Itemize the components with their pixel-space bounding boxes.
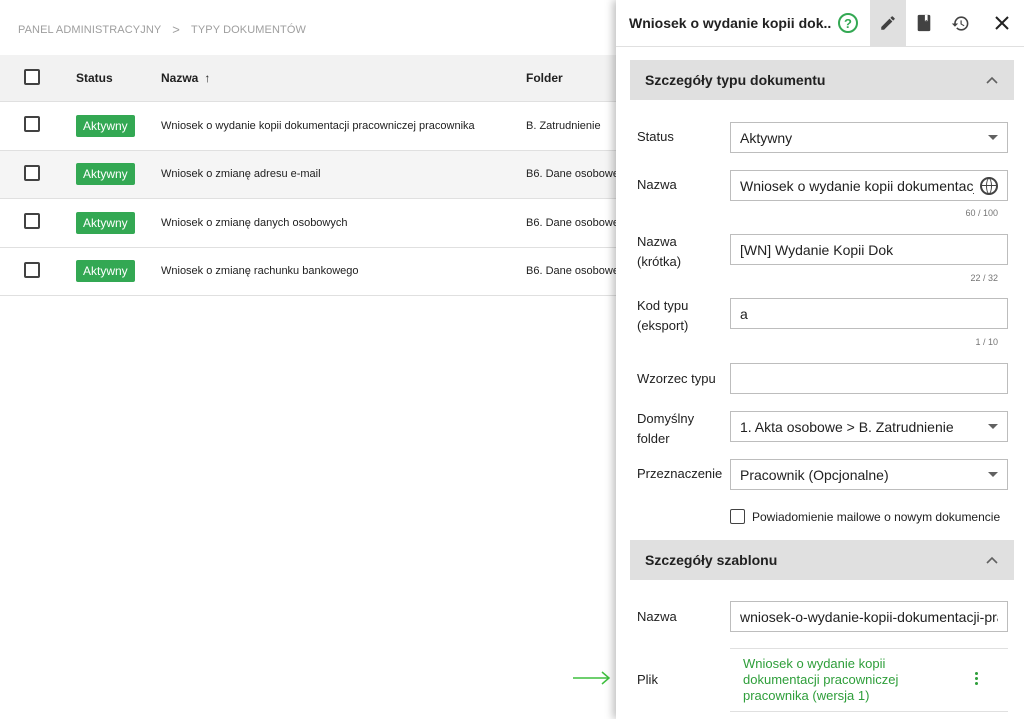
- edit-button[interactable]: [870, 0, 906, 47]
- header-name[interactable]: Nazwa ↑: [161, 71, 526, 85]
- short-name-value: [WN] Wydanie Kopii Dok: [740, 241, 894, 258]
- details-panel: Wniosek o wydanie kopii dok... ? Szczegó…: [616, 0, 1024, 719]
- page: PANEL ADMINISTRACYJNY > TYPY DOKUMENTÓW …: [0, 0, 1024, 719]
- panel-header: Wniosek o wydanie kopii dok... ?: [616, 0, 1024, 47]
- row-checkbox[interactable]: [24, 116, 40, 133]
- short-name-counter: 22 / 32: [970, 273, 998, 283]
- document-icon: [917, 14, 931, 32]
- status-value: Aktywny: [740, 129, 793, 146]
- row-checkbox[interactable]: [24, 261, 40, 278]
- row-name: Wniosek o wydanie kopii dokumentacji pra…: [161, 119, 475, 132]
- row-name: Wniosek o zmianę adresu e-mail: [161, 168, 321, 181]
- select-all-checkbox[interactable]: [24, 68, 40, 85]
- document-types-table: Status Nazwa ↑ Folder Aktywny Wniosek o w…: [0, 55, 620, 296]
- history-button[interactable]: [942, 0, 978, 47]
- document-button[interactable]: [906, 0, 942, 47]
- header-folder[interactable]: Folder: [526, 71, 620, 85]
- code-label: Kod typu (eksport): [637, 298, 689, 333]
- pattern-input[interactable]: [730, 363, 1008, 394]
- section-document-type-details[interactable]: Szczegóły typu dokumentu: [630, 60, 1014, 100]
- row-checkbox[interactable]: [24, 164, 40, 181]
- row-name: Wniosek o zmianę danych osobowych: [161, 216, 348, 229]
- globe-icon[interactable]: [980, 176, 998, 195]
- close-button[interactable]: [984, 0, 1020, 47]
- row-folder: B6. Dane osobowe: [526, 265, 619, 278]
- email-notification-checkbox[interactable]: [730, 509, 745, 524]
- table-row[interactable]: Aktywny Wniosek o zmianę rachunku bankow…: [0, 248, 620, 296]
- section-template-details[interactable]: Szczegóły szablonu: [630, 540, 1014, 580]
- row-checkbox[interactable]: [24, 213, 40, 230]
- table-row[interactable]: Aktywny Wniosek o zmianę danych osobowyc…: [0, 199, 620, 248]
- table-header: Status Nazwa ↑ Folder: [0, 55, 620, 102]
- help-icon[interactable]: ?: [838, 13, 858, 33]
- default-folder-value: 1. Akta osobowe > B. Zatrudnienie: [740, 418, 954, 435]
- purpose-label: Przeznaczenie: [637, 466, 723, 481]
- section-title: Szczegóły typu dokumentu: [645, 72, 826, 88]
- row-folder: B6. Dane osobowe: [526, 216, 619, 229]
- default-folder-label: Domyślny folder: [637, 411, 695, 446]
- purpose-value: Pracownik (Opcjonalne): [740, 466, 889, 483]
- code-input[interactable]: a: [730, 298, 1008, 329]
- table-row[interactable]: Aktywny Wniosek o wydanie kopii dokument…: [0, 102, 620, 151]
- dropdown-arrow-icon: [988, 472, 998, 477]
- more-vert-icon[interactable]: [975, 672, 979, 685]
- short-name-label: Nazwa (krótka): [637, 234, 682, 269]
- purpose-select[interactable]: Pracownik (Opcjonalne): [730, 459, 1008, 490]
- chevron-up-icon: [986, 76, 998, 84]
- breadcrumb: PANEL ADMINISTRACYJNY > TYPY DOKUMENTÓW: [18, 22, 306, 37]
- status-badge: Aktywny: [76, 260, 135, 283]
- chevron-up-icon: [986, 556, 998, 564]
- edit-icon: [881, 16, 895, 30]
- breadcrumb-current: TYPY DOKUMENTÓW: [191, 23, 306, 36]
- default-folder-select[interactable]: 1. Akta osobowe > B. Zatrudnienie: [730, 411, 1008, 442]
- close-icon: [995, 16, 1009, 30]
- header-status[interactable]: Status: [76, 71, 161, 85]
- section-title: Szczegóły szablonu: [645, 552, 778, 568]
- pattern-label: Wzorzec typu: [637, 371, 716, 386]
- name-label: Nazwa: [637, 177, 677, 192]
- code-value: a: [740, 305, 748, 322]
- dropdown-arrow-icon: [988, 135, 998, 140]
- row-folder: B. Zatrudnienie: [526, 119, 601, 132]
- panel-title: Wniosek o wydanie kopii dok...: [629, 15, 832, 31]
- short-name-input[interactable]: [WN] Wydanie Kopii Dok: [730, 234, 1008, 265]
- code-counter: 1 / 10: [975, 337, 998, 347]
- status-select[interactable]: Aktywny: [730, 122, 1008, 153]
- name-value: Wniosek o wydanie kopii dokumentacji pra…: [740, 177, 974, 194]
- arrow-right-icon: [573, 671, 611, 685]
- template-name-input[interactable]: wniosek-o-wydanie-kopii-dokumentacji-pra…: [730, 601, 1008, 632]
- header-name-label: Nazwa: [161, 71, 199, 85]
- table-row[interactable]: Aktywny Wniosek o zmianę adresu e-mail B…: [0, 150, 620, 199]
- breadcrumb-separator: >: [172, 22, 180, 37]
- status-badge: Aktywny: [76, 163, 135, 186]
- breadcrumb-root[interactable]: PANEL ADMINISTRACYJNY: [18, 24, 161, 36]
- history-icon: [951, 15, 968, 31]
- status-label: Status: [637, 129, 674, 144]
- email-notification-label: Powiadomienie mailowe o nowym dokumencie: [752, 509, 1001, 524]
- template-file-link[interactable]: Wniosek o wydanie kopii dokumentacji pra…: [743, 656, 943, 704]
- name-counter: 60 / 100: [965, 208, 998, 218]
- name-input[interactable]: Wniosek o wydanie kopii dokumentacji pra…: [730, 170, 1008, 201]
- arrow-up-icon: ↑: [204, 71, 211, 85]
- row-name: Wniosek o zmianę rachunku bankowego: [161, 265, 359, 278]
- dropdown-arrow-icon: [988, 424, 998, 429]
- email-notification-option[interactable]: Powiadomienie mailowe o nowym dokumencie: [730, 509, 1000, 524]
- status-badge: Aktywny: [76, 114, 135, 137]
- row-folder: B6. Dane osobowe: [526, 168, 619, 181]
- template-name-label: Nazwa: [637, 609, 677, 624]
- template-name-value: wniosek-o-wydanie-kopii-dokumentacji-pra…: [740, 608, 998, 625]
- file-label: Plik: [637, 672, 658, 687]
- status-badge: Aktywny: [76, 211, 135, 234]
